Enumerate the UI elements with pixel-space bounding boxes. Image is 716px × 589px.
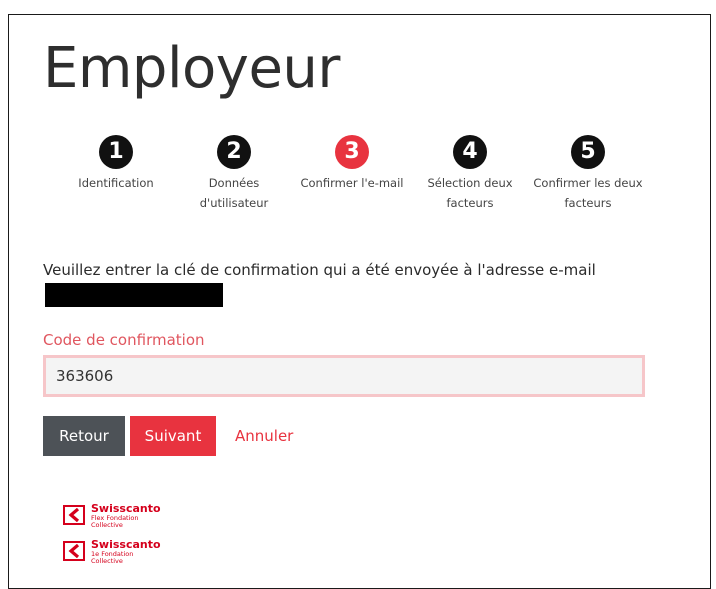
step-two-factor-selection: 4 Sélection deux facteurs: [411, 135, 529, 213]
top-strip: [0, 0, 716, 14]
step-label: Confirmer les deux facteurs: [533, 176, 643, 210]
logo-sub: 1e Fondation Collective: [91, 550, 134, 565]
logo-sub: Flex Fondation Collective: [91, 514, 139, 529]
step-label: Confirmer l'e-mail: [300, 176, 404, 190]
code-field-label: Code de confirmation: [43, 331, 205, 349]
step-label: Données d'utilisateur: [199, 176, 269, 210]
logo-swisscanto-flex[interactable]: Swisscanto Flex Fondation Collective: [63, 503, 203, 539]
cancel-link[interactable]: Annuler: [235, 416, 293, 456]
back-button[interactable]: Retour: [43, 416, 125, 456]
redacted-email: [45, 283, 223, 307]
step-number: 1: [99, 135, 133, 169]
progress-stepper: 1 Identification 2 Données d'utilisateur…: [57, 135, 657, 225]
step-label: Sélection deux facteurs: [427, 176, 513, 210]
step-two-factor-confirm: 5 Confirmer les deux facteurs: [529, 135, 647, 213]
confirmation-code-input[interactable]: [43, 355, 645, 397]
swisscanto-logo-icon: [63, 505, 85, 525]
registration-panel: Employeur 1 Identification 2 Données d'u…: [8, 14, 711, 589]
step-number: 2: [217, 135, 251, 169]
step-confirm-email: 3 Confirmer l'e-mail: [293, 135, 411, 193]
step-identification: 1 Identification: [57, 135, 175, 193]
logo-swisscanto-1e[interactable]: Swisscanto 1e Fondation Collective: [63, 539, 203, 575]
logos: Swisscanto Flex Fondation Collective Swi…: [63, 503, 203, 575]
step-number: 4: [453, 135, 487, 169]
step-number: 5: [571, 135, 605, 169]
instructions-text: Veuillez entrer la clé de confirmation q…: [43, 261, 596, 279]
page-title: Employeur: [43, 36, 340, 101]
next-button[interactable]: Suivant: [130, 416, 216, 456]
step-number: 3: [335, 135, 369, 169]
step-user-data: 2 Données d'utilisateur: [175, 135, 293, 213]
window: Employeur 1 Identification 2 Données d'u…: [0, 0, 716, 589]
step-label: Identification: [78, 176, 154, 190]
swisscanto-logo-icon: [63, 541, 85, 561]
